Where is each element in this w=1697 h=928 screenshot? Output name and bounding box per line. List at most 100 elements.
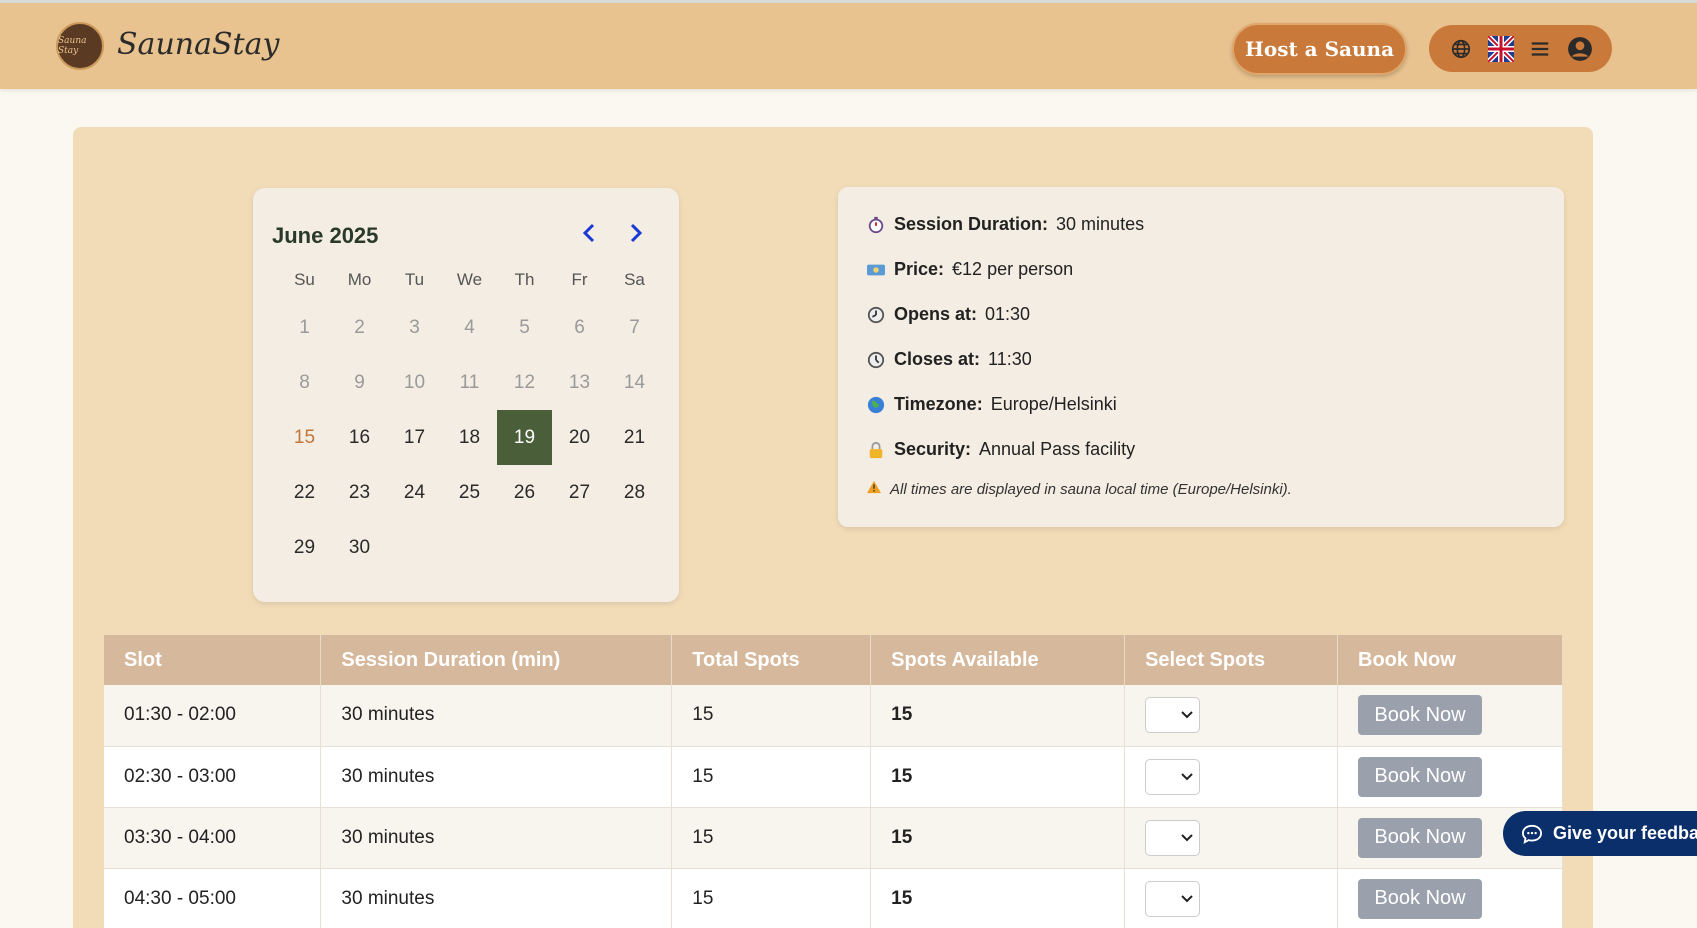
spots-select[interactable]: [1145, 758, 1201, 795]
calendar-day[interactable]: 17: [387, 410, 442, 465]
calendar-day[interactable]: 20: [552, 410, 607, 465]
chevron-right-icon[interactable]: [624, 221, 648, 245]
calendar-day-empty: [552, 520, 607, 575]
calendar-day[interactable]: 23: [332, 465, 387, 520]
calendar-day[interactable]: 21: [607, 410, 662, 465]
book-now-button[interactable]: Book Now: [1358, 817, 1482, 858]
duration-cell: 30 minutes: [320, 868, 673, 928]
logo[interactable]: Sauna Stay: [56, 22, 104, 70]
slot-cell: 01:30 - 02:00: [104, 685, 322, 747]
total-spots-cell: 15: [671, 868, 872, 928]
table-row: 01:30 - 02:00 30 minutes 15 15 Book Now: [104, 685, 1563, 747]
calendar-day[interactable]: 16: [332, 410, 387, 465]
user-account-icon[interactable]: [1567, 36, 1593, 62]
duration-cell: 30 minutes: [320, 685, 673, 747]
calendar-week: 29 30: [277, 520, 662, 575]
weekday-label: Su: [294, 270, 315, 289]
calendar-day[interactable]: 29: [277, 520, 332, 575]
info-value: 01:30: [985, 304, 1031, 324]
slot-cell: 04:30 - 05:00: [104, 868, 322, 928]
info-timezone: Timezone: Europe/Helsinki: [866, 394, 1117, 415]
calendar-day: 11: [459, 371, 480, 393]
calendar-week: 15 16 17 18 19 20 21: [277, 410, 662, 465]
column-header: Session Duration (min): [320, 635, 673, 685]
chevron-down-icon: [1181, 833, 1193, 841]
table-row: 03:30 - 04:00 30 minutes 15 15 Book Now: [104, 807, 1563, 869]
date-calendar: June 2025 Su Mo Tu We Th Fr Sa 1 2 3 4 5…: [253, 188, 679, 602]
calendar-day-empty: [442, 520, 497, 575]
spots-select[interactable]: [1145, 697, 1201, 734]
spots-select[interactable]: [1145, 819, 1201, 856]
calendar-day[interactable]: 26: [497, 465, 552, 520]
select-spots-cell: [1124, 685, 1338, 747]
calendar-weekday-row: Su Mo Tu We Th Fr Sa: [277, 260, 662, 300]
calendar-day-empty: [387, 520, 442, 575]
weekday-label: Mo: [347, 270, 372, 289]
calendar-day: 7: [629, 316, 640, 338]
stopwatch-icon: [866, 215, 886, 235]
info-closes: Closes at: 11:30: [866, 349, 1032, 370]
total-spots-cell: 15: [671, 746, 872, 808]
calendar-day: 6: [574, 316, 585, 338]
uk-flag-icon[interactable]: [1487, 35, 1514, 62]
info-label: Opens at:: [894, 304, 978, 324]
info-value: Europe/Helsinki: [990, 394, 1117, 414]
slot-cell: 03:30 - 04:00: [104, 807, 322, 869]
globe-icon[interactable]: [1448, 36, 1474, 62]
clock-icon: [866, 350, 886, 370]
calendar-day[interactable]: 27: [552, 465, 607, 520]
available-spots-cell: 15: [870, 685, 1126, 747]
calendar-day[interactable]: 30: [332, 520, 387, 575]
logo-text: Sauna Stay: [58, 36, 87, 56]
calendar-day: 8: [299, 371, 310, 393]
spots-select[interactable]: [1145, 880, 1201, 917]
available-spots-cell: 15: [870, 868, 1126, 928]
info-opens: Opens at: 01:30: [866, 304, 1030, 325]
warning-icon: [866, 480, 882, 498]
info-label: Timezone:: [894, 394, 983, 414]
calendar-day: 14: [623, 371, 646, 393]
hamburger-menu-icon[interactable]: [1527, 36, 1553, 62]
sauna-info-card: Session Duration: 30 minutes Price: €12 …: [838, 187, 1564, 527]
feedback-label: Give your feedbac: [1553, 823, 1697, 843]
book-cell: Book Now: [1337, 685, 1563, 747]
calendar-day-today[interactable]: 15: [277, 410, 332, 465]
clock-icon: [866, 305, 886, 325]
time-slots-table: Slot Session Duration (min) Total Spots …: [104, 635, 1563, 928]
calendar-day-selected[interactable]: 19: [497, 410, 552, 465]
globe-earth-icon: [866, 395, 886, 415]
calendar-day[interactable]: 25: [442, 465, 497, 520]
column-header: Total Spots: [671, 635, 872, 685]
chevron-down-icon: [1181, 894, 1193, 902]
calendar-day[interactable]: 28: [607, 465, 662, 520]
info-label: Closes at:: [894, 349, 981, 369]
select-spots-cell: [1124, 807, 1338, 869]
calendar-day[interactable]: 18: [442, 410, 497, 465]
calendar-week: 1 2 3 4 5 6 7: [277, 300, 662, 355]
host-a-sauna-button[interactable]: Host a Sauna: [1232, 23, 1407, 75]
column-header: Select Spots: [1124, 635, 1338, 685]
brand-name[interactable]: SaunaStay: [117, 27, 279, 62]
weekday-label: Tu: [404, 270, 425, 289]
header-toolbar: [1429, 25, 1612, 72]
info-security: Security: Annual Pass facility: [866, 439, 1135, 460]
book-now-button[interactable]: Book Now: [1358, 695, 1482, 736]
book-now-button[interactable]: Book Now: [1358, 756, 1482, 797]
calendar-day: 1: [299, 316, 310, 338]
info-label: Price:: [894, 259, 945, 279]
slot-cell: 02:30 - 03:00: [104, 746, 322, 808]
calendar-grid: Su Mo Tu We Th Fr Sa 1 2 3 4 5 6 7 8 9 1…: [277, 260, 662, 575]
chevron-down-icon: [1181, 772, 1193, 780]
calendar-day[interactable]: 22: [277, 465, 332, 520]
calendar-day: 12: [513, 371, 536, 393]
calendar-month-label: June 2025: [272, 223, 379, 248]
top-navbar: Sauna Stay SaunaStay Host a Sauna: [0, 0, 1697, 89]
feedback-button[interactable]: Give your feedbac: [1503, 811, 1697, 856]
calendar-day[interactable]: 24: [387, 465, 442, 520]
select-spots-cell: [1124, 868, 1338, 928]
calendar-day: 3: [409, 316, 420, 338]
book-now-button[interactable]: Book Now: [1358, 878, 1482, 919]
info-value: Annual Pass facility: [979, 439, 1136, 459]
chevron-left-icon[interactable]: [577, 221, 601, 245]
table-row: 02:30 - 03:00 30 minutes 15 15 Book Now: [104, 746, 1563, 808]
